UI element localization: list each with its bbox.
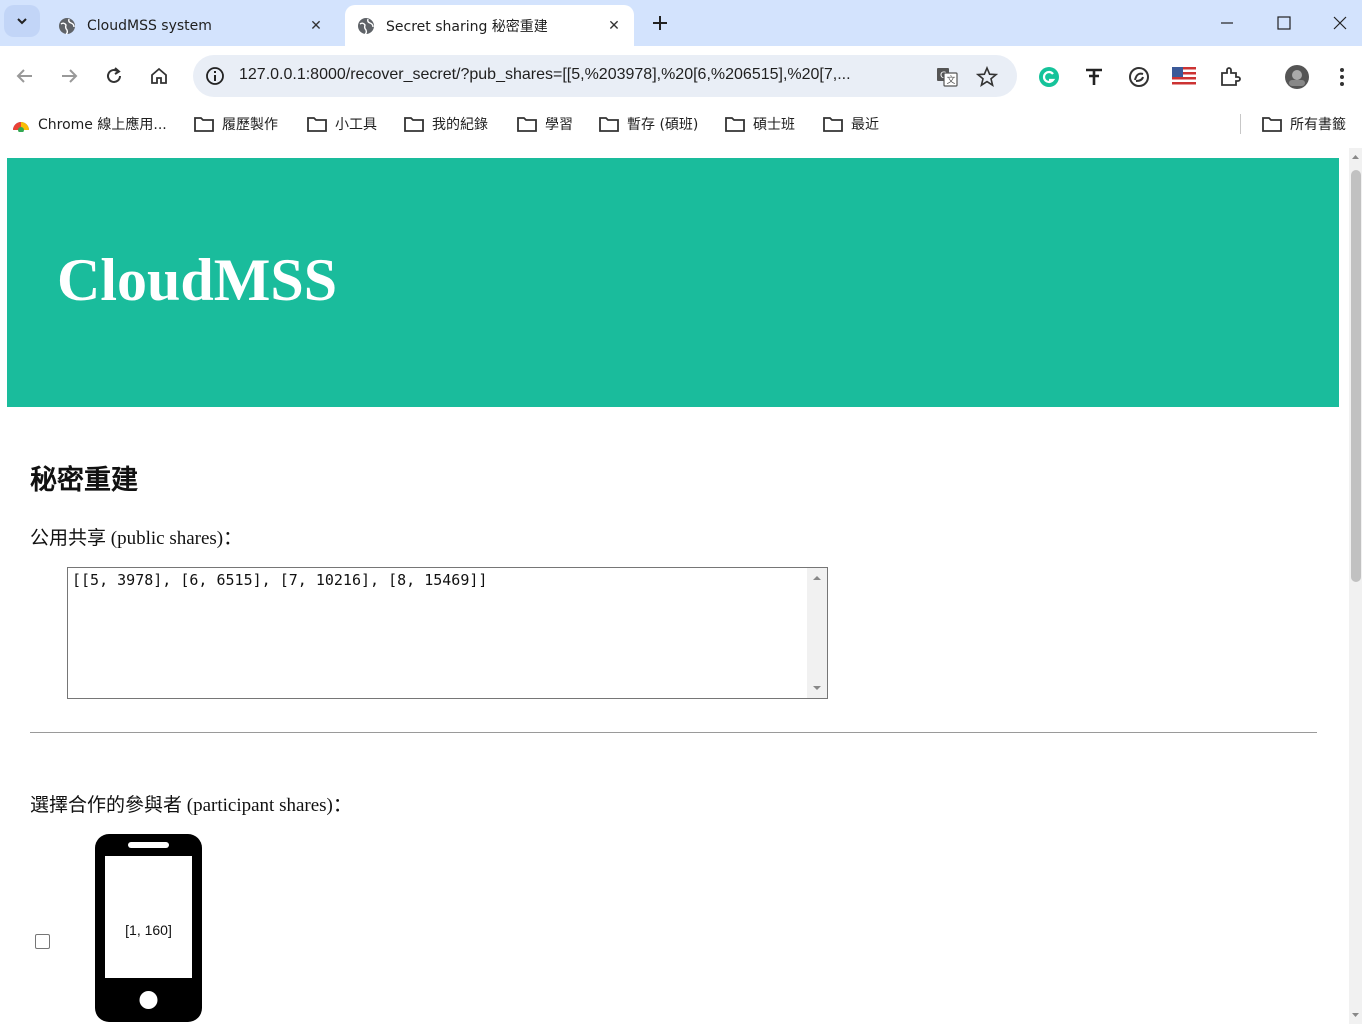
- minimize-icon: [1221, 22, 1233, 24]
- typography-extension-icon[interactable]: [1081, 64, 1107, 90]
- bookmark-folder-tools[interactable]: 小工具: [307, 114, 377, 134]
- browser-toolbar: 127.0.0.1:8000/recover_secret/?pub_share…: [0, 46, 1362, 106]
- page-viewport: CloudMSS 秘密重建 公用共享 (public shares)： [[5,…: [0, 148, 1362, 1024]
- menu-kebab-icon[interactable]: [1329, 64, 1355, 90]
- public-shares-textarea[interactable]: [[5, 3978], [6, 6515], [7, 10216], [8, 1…: [67, 567, 828, 699]
- arrow-right-icon: [62, 69, 78, 83]
- reload-icon: [107, 67, 121, 83]
- bookmarks-divider: [1240, 114, 1241, 134]
- info-icon[interactable]: [205, 66, 225, 86]
- bookmark-label: 學習: [545, 117, 573, 133]
- bookmark-folder-records[interactable]: 我的紀錄: [404, 114, 488, 134]
- profile-avatar[interactable]: [1284, 64, 1310, 90]
- bookmark-folder-learning[interactable]: 學習: [517, 114, 573, 134]
- chevron-down-icon: [17, 18, 27, 25]
- address-bar[interactable]: 127.0.0.1:8000/recover_secret/?pub_share…: [193, 55, 1017, 97]
- site-banner: CloudMSS: [7, 158, 1339, 407]
- folder-icon: [823, 117, 843, 132]
- maximize-button[interactable]: [1256, 0, 1312, 46]
- folder-icon: [404, 117, 424, 132]
- participants-label: 選擇合作的參與者 (participant shares)：: [30, 795, 352, 816]
- folder-icon: [1262, 117, 1282, 132]
- section-divider: [30, 732, 1317, 733]
- bookmark-chrome-webstore[interactable]: Chrome 線上應用...: [12, 114, 167, 134]
- home-icon: [151, 67, 167, 84]
- plus-icon: [653, 16, 667, 30]
- bookmark-folder-resume[interactable]: 履歷製作: [194, 114, 278, 134]
- arrow-left-icon: [16, 69, 32, 83]
- bookmark-label: 小工具: [335, 117, 377, 133]
- tab-strip: CloudMSS system ✕ Secret sharing 秘密重建 ✕: [0, 0, 1362, 46]
- bookmarks-bar: Chrome 線上應用... 履歷製作 小工具 我的紀錄 學習 暫存 (碩班) …: [0, 106, 1362, 142]
- tab-title: Secret sharing 秘密重建: [386, 18, 548, 35]
- bookmark-label: 履歷製作: [222, 117, 278, 133]
- folder-icon: [725, 117, 745, 132]
- page-scrollbar-thumb[interactable]: [1351, 170, 1361, 582]
- close-icon: [1333, 16, 1347, 30]
- participant-checkbox[interactable]: [35, 934, 50, 949]
- globe-icon: [59, 17, 75, 35]
- bookmark-folder-masters[interactable]: 碩士班: [725, 114, 795, 134]
- close-icon[interactable]: ✕: [602, 14, 626, 38]
- svg-text:文: 文: [947, 74, 956, 86]
- tab-title: CloudMSS system: [87, 17, 212, 34]
- back-button[interactable]: [9, 60, 41, 92]
- minimize-button[interactable]: [1199, 0, 1255, 46]
- folder-icon: [194, 117, 214, 132]
- page-title: 秘密重建: [30, 465, 138, 496]
- scroll-up-icon[interactable]: [1349, 150, 1362, 164]
- bookmark-label: 碩士班: [753, 117, 795, 133]
- public-shares-value: [[5, 3978], [6, 6515], [7, 10216], [8, 1…: [72, 571, 488, 589]
- bookmark-label: 暫存 (碩班): [627, 117, 699, 133]
- bookmark-label: 最近: [851, 117, 879, 133]
- tab-cloudmss[interactable]: CloudMSS system ✕: [46, 5, 336, 46]
- folder-icon: [307, 117, 327, 132]
- scroll-down-icon[interactable]: [807, 680, 827, 696]
- us-flag-icon[interactable]: [1171, 64, 1197, 90]
- close-icon[interactable]: ✕: [304, 14, 328, 38]
- bookmark-all-bookmarks[interactable]: 所有書籤: [1262, 114, 1346, 134]
- bookmark-label: 我的紀錄: [432, 117, 488, 133]
- chrome-webstore-icon: [13, 122, 29, 132]
- folder-icon: [517, 117, 537, 132]
- reload-button[interactable]: [98, 60, 130, 92]
- tab-secret-sharing[interactable]: Secret sharing 秘密重建 ✕: [345, 5, 634, 46]
- scroll-down-icon[interactable]: [1349, 1008, 1362, 1022]
- maximize-icon: [1277, 16, 1291, 30]
- bookmark-folder-recent[interactable]: 最近: [823, 114, 879, 134]
- url-text[interactable]: 127.0.0.1:8000/recover_secret/?pub_share…: [239, 66, 929, 84]
- grammarly-icon[interactable]: [1036, 64, 1062, 90]
- close-window-button[interactable]: [1312, 0, 1362, 46]
- folder-icon: [599, 117, 619, 132]
- extension-swirl-icon[interactable]: [1126, 64, 1152, 90]
- textarea-scrollbar[interactable]: [807, 568, 827, 698]
- star-icon[interactable]: [975, 65, 999, 89]
- bookmark-folder-temp[interactable]: 暫存 (碩班): [599, 114, 698, 134]
- tab-search-button[interactable]: [4, 5, 40, 37]
- translate-icon[interactable]: G文: [935, 65, 959, 89]
- extensions-puzzle-icon[interactable]: [1217, 64, 1243, 90]
- public-shares-label: 公用共享 (public shares)：: [30, 528, 243, 549]
- scroll-up-icon[interactable]: [807, 570, 827, 586]
- globe-icon: [358, 17, 374, 35]
- participant-share-value: [1, 160]: [125, 922, 172, 938]
- bookmark-label: 所有書籤: [1290, 117, 1346, 133]
- bookmark-label: Chrome 線上應用...: [38, 117, 167, 133]
- new-tab-button[interactable]: [645, 8, 675, 38]
- home-button[interactable]: [143, 60, 175, 92]
- site-title: CloudMSS: [57, 247, 338, 313]
- forward-button[interactable]: [53, 60, 85, 92]
